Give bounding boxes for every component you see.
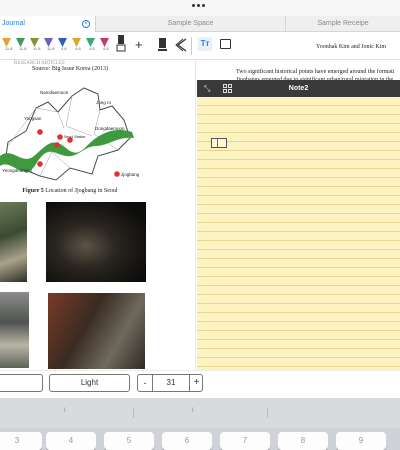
keyboard-suggestion-bar: I I: [0, 398, 400, 428]
tab-journal[interactable]: Journal ×: [0, 16, 95, 32]
pen-preset-icon[interactable]: 11.8: [29, 38, 41, 52]
keyboard-key[interactable]: 9: [336, 432, 386, 450]
keyboard-key[interactable]: 3: [0, 432, 42, 450]
pen-preset-icon[interactable]: 11.8: [1, 38, 13, 52]
map-label-jjogbang: Jjogbang: [121, 172, 140, 177]
keyboard-key[interactable]: 4: [46, 432, 96, 450]
seoul-map: Namdaemoon Jong ro Yongsan Dongdaemoon S…: [0, 87, 140, 181]
map-label-dongdaemoon: Dongdaemoon: [95, 126, 125, 131]
ellipsis-icon[interactable]: [192, 4, 208, 12]
sticky-note[interactable]: ⤡ Note2: [197, 80, 400, 372]
text-tool-icon[interactable]: Tт: [198, 37, 212, 51]
tab-sample-space[interactable]: Sample Space: [95, 16, 285, 32]
keyboard-key[interactable]: 8: [278, 432, 328, 450]
pen-preset-icon[interactable]: 4.8: [71, 38, 82, 52]
tab-bar: Journal × Sample Space Sample Receipe: [0, 16, 400, 32]
pen-size-label: 4.8: [75, 46, 81, 51]
increase-button[interactable]: +: [190, 375, 203, 391]
map-label-jongro: Jong ro: [96, 100, 112, 105]
note-title: Note2: [288, 85, 309, 92]
tab-label: Journal: [2, 20, 25, 27]
text-cursor[interactable]: [211, 138, 227, 148]
keyboard-key[interactable]: 6: [162, 432, 212, 450]
pen-preset-icon[interactable]: 4.8: [85, 38, 96, 52]
tab-label: Sample Receipe: [317, 20, 369, 27]
keyboard-key[interactable]: 7: [220, 432, 270, 450]
map-source: Source: Big Issue Korea (2013): [32, 66, 108, 72]
multitasking-handle[interactable]: [0, 0, 400, 16]
eraser-icon[interactable]: [157, 38, 169, 56]
figure-label: Figure 5: [22, 188, 44, 194]
pen-preset-icon[interactable]: 11.8: [43, 38, 55, 52]
map-label-yongsan: Yongsan: [24, 116, 42, 121]
app-window: Journal × Sample Space Sample Receipe 11…: [0, 0, 400, 450]
map-label-namdaemoon: Namdaemoon: [40, 90, 69, 95]
suggestion-mark: I: [64, 408, 66, 414]
font-size-stepper: - 31 +: [137, 374, 203, 392]
font-size-value: 31: [152, 375, 190, 391]
pen-size-label: 4.8: [103, 46, 109, 51]
note-lined-area[interactable]: [197, 97, 400, 372]
figure-caption-text: Location of Jjogbang in Seoul: [43, 188, 118, 194]
article-authors: Yoonhak Kim and Jonic Kim: [316, 44, 387, 50]
photo-room-2: [48, 293, 145, 369]
pen-tool-icon[interactable]: [116, 35, 126, 57]
font-button[interactable]: [0, 374, 43, 392]
text-style-controls: Light - 31 +: [0, 370, 400, 398]
pen-size-label: 11.8: [47, 46, 55, 51]
pen-preset-icon[interactable]: 4.8: [99, 38, 110, 52]
tab-sample-receipe[interactable]: Sample Receipe: [285, 16, 400, 32]
photo-alley-1: [0, 202, 27, 282]
pen-size-label: 11.8: [5, 46, 13, 51]
on-screen-keyboard: I I 3456789: [0, 398, 400, 450]
document-page-left[interactable]: RESEARCH ARTICLES Source: Big Issue Kore…: [0, 60, 196, 370]
map-label-seoul-station: Seoul Station: [64, 135, 85, 139]
pen-size-label: 11.8: [33, 46, 41, 51]
pen-preset-icon[interactable]: 11.8: [15, 38, 27, 52]
figure-caption: Figure 5 Location of Jjogbang in Seoul: [0, 188, 140, 194]
pen-preset-icon[interactable]: 4.8: [57, 38, 68, 52]
suggestion-divider: [267, 408, 268, 418]
keyboard-key[interactable]: 5: [104, 432, 154, 450]
toolbar-divider: [191, 37, 192, 55]
pen-size-label: 4.8: [61, 46, 67, 51]
close-icon[interactable]: ×: [82, 20, 90, 28]
lasso-icon[interactable]: [175, 38, 188, 56]
photo-alley-2: [46, 202, 146, 282]
font-weight-button[interactable]: Light: [49, 374, 130, 392]
decrease-button[interactable]: -: [138, 375, 152, 391]
note-header[interactable]: ⤡ Note2: [197, 80, 400, 97]
pen-size-label: 11.8: [19, 46, 27, 51]
suggestion-divider: [133, 408, 134, 418]
photo-room-1: [0, 292, 29, 368]
pen-size-label: 4.8: [89, 46, 95, 51]
tab-label: Sample Space: [167, 20, 214, 27]
paragraph-line: Two significant historical points have e…: [236, 69, 395, 75]
image-icon[interactable]: [220, 39, 231, 49]
map-label-yeongdeungpo: Yeongdeungpo: [2, 168, 33, 173]
suggestion-mark: I: [192, 408, 194, 414]
plus-icon[interactable]: +: [135, 38, 143, 52]
